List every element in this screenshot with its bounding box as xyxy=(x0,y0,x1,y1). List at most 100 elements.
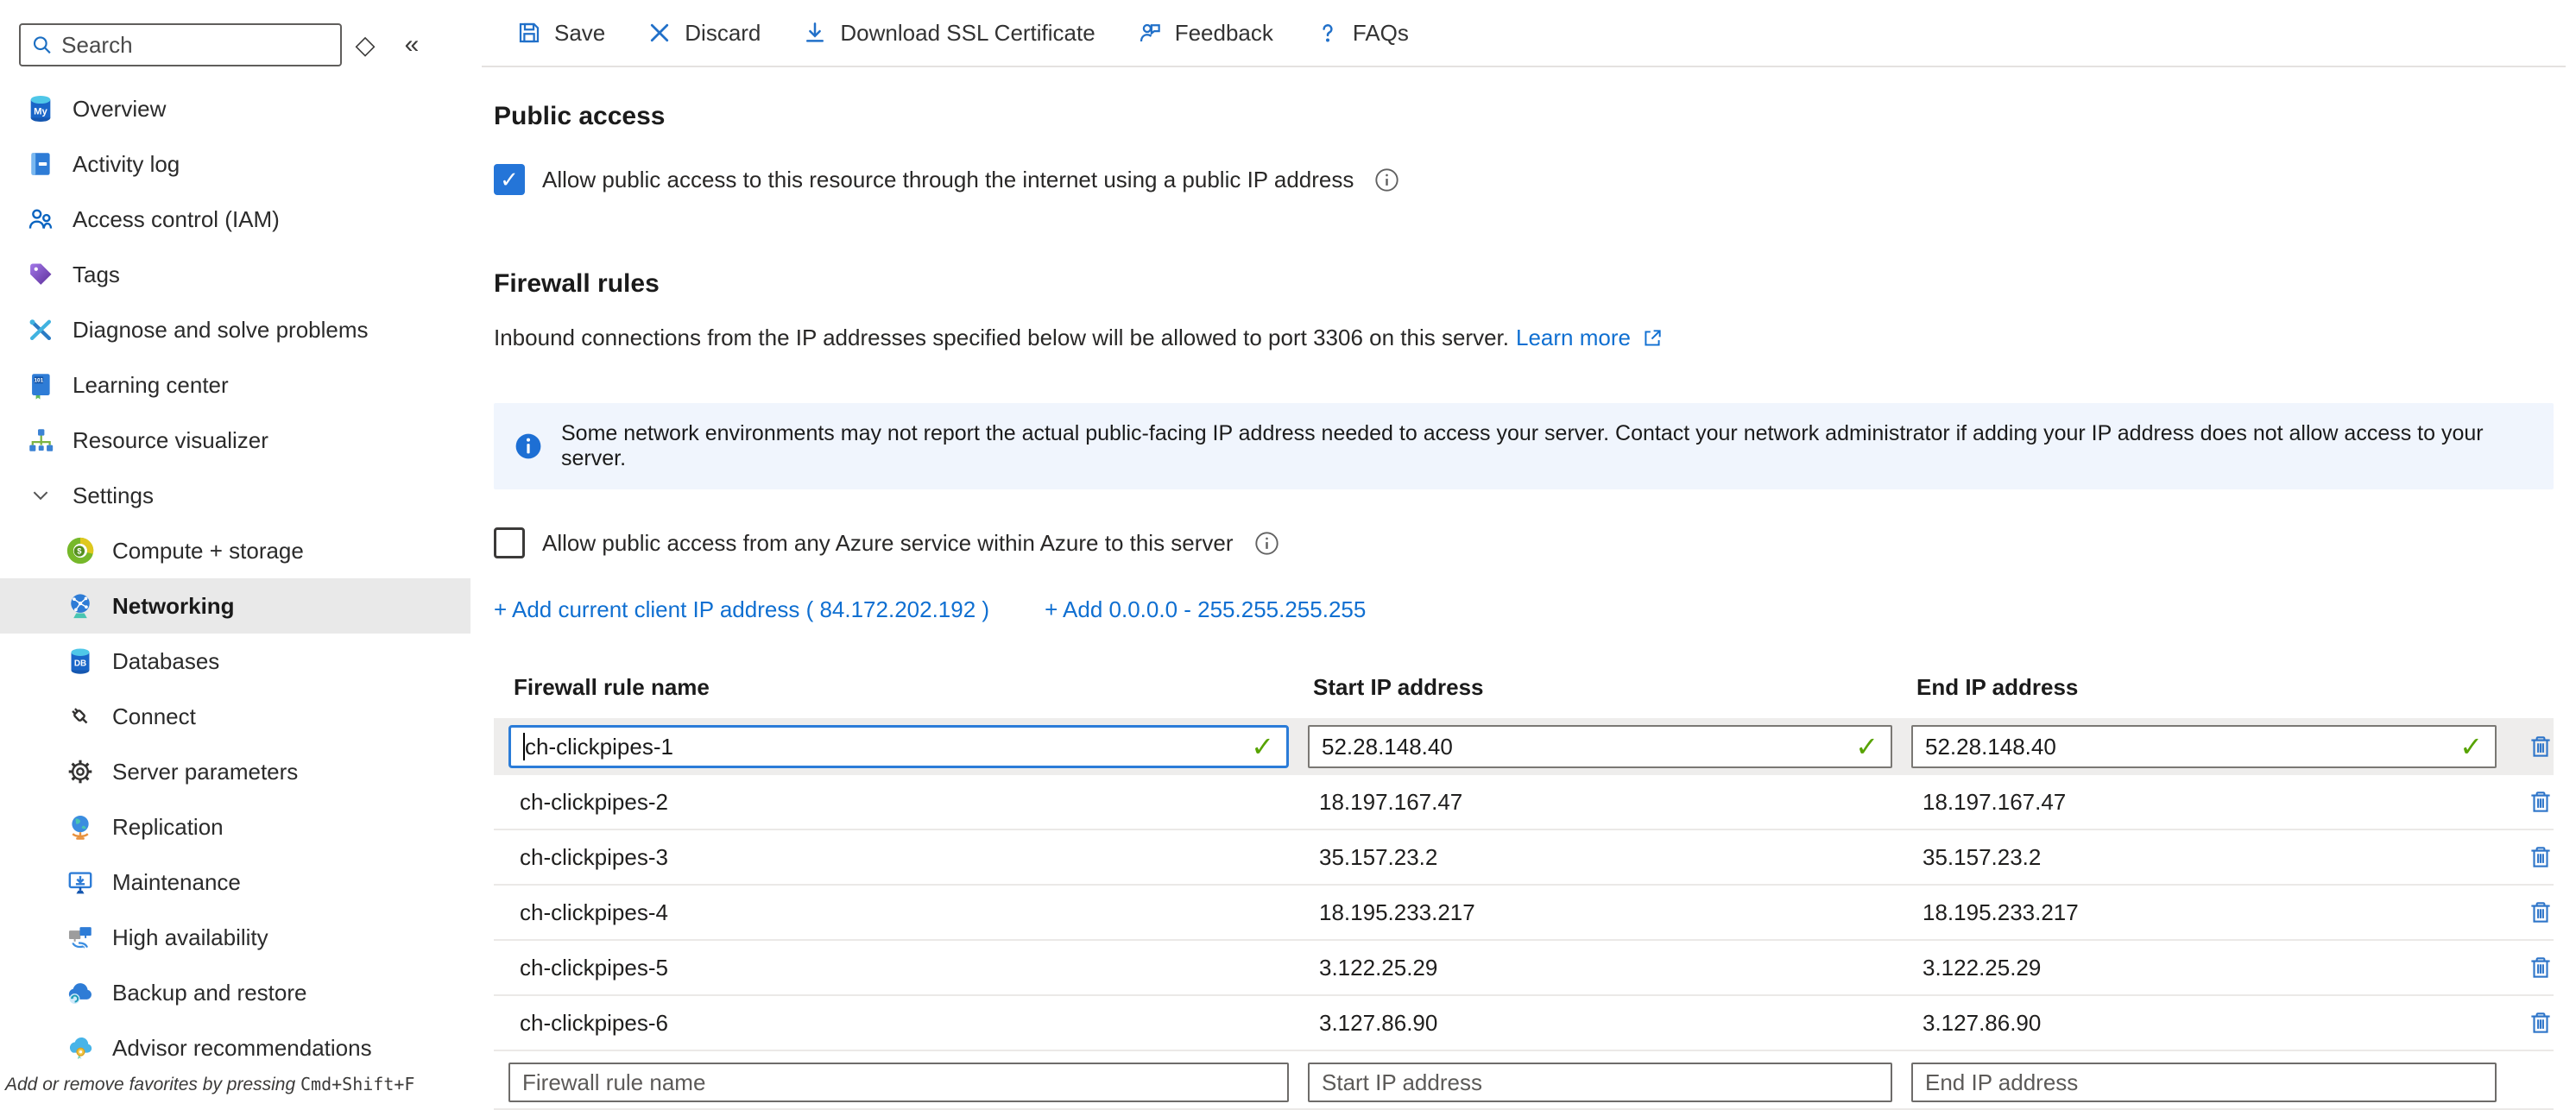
start-ip-cell: 3.127.86.90 xyxy=(1308,1010,1911,1037)
sidebar-item-label: Activity log xyxy=(73,151,180,178)
add-zero-range-link[interactable]: + Add 0.0.0.0 - 255.255.255.255 xyxy=(1045,596,1366,623)
new-rule-name-wrapper xyxy=(508,1063,1289,1102)
rule-name-input-wrapper: ✓ xyxy=(508,725,1289,768)
save-icon xyxy=(516,20,542,46)
firewall-description: Inbound connections from the IP addresse… xyxy=(494,325,2554,351)
new-end-ip-input[interactable] xyxy=(1925,1069,2483,1096)
start-ip-cell: 18.195.233.217 xyxy=(1308,899,1911,926)
column-header-start-ip: Start IP address xyxy=(1308,674,1911,701)
sidebar-item-high-availability[interactable]: High availability xyxy=(0,910,482,965)
sidebar-item-diagnose[interactable]: Diagnose and solve problems xyxy=(0,302,482,357)
start-ip-cell: 3.122.25.29 xyxy=(1308,955,1911,981)
table-row[interactable]: ch-clickpipes-4 18.195.233.217 18.195.23… xyxy=(494,886,2554,941)
collapse-sidebar-icon[interactable]: « xyxy=(388,23,435,66)
table-row[interactable]: ch-clickpipes-6 3.127.86.90 3.127.86.90 xyxy=(494,996,2554,1051)
delete-rule-icon[interactable] xyxy=(2528,953,2554,982)
sidebar-item-databases[interactable]: DB Databases xyxy=(0,634,482,689)
download-ssl-certificate-button[interactable]: Download SSL Certificate xyxy=(781,7,1115,59)
sidebar-item-label: Access control (IAM) xyxy=(73,206,280,233)
svg-text:DB: DB xyxy=(74,659,86,668)
column-header-rule-name: Firewall rule name xyxy=(508,674,1308,701)
feedback-button[interactable]: Feedback xyxy=(1116,7,1294,59)
azure-services-checkbox[interactable] xyxy=(494,527,525,558)
sidebar-item-tags[interactable]: Tags xyxy=(0,247,482,302)
new-start-ip-input[interactable] xyxy=(1322,1069,1878,1096)
public-access-heading: Public access xyxy=(494,102,2554,131)
resource-visualizer-icon xyxy=(26,426,55,455)
save-label: Save xyxy=(554,20,605,47)
sidebar-item-label: Overview xyxy=(73,96,166,123)
end-ip-cell: 18.197.167.47 xyxy=(1911,789,2516,816)
resource-menu-sidebar: ◇ « My Overview Activity log Access cont… xyxy=(0,0,482,1094)
end-ip-cell: 35.157.23.2 xyxy=(1911,844,2516,871)
activity-log-icon xyxy=(26,149,55,179)
public-access-checkbox[interactable]: ✓ xyxy=(494,164,525,195)
download-ssl-label: Download SSL Certificate xyxy=(840,20,1095,47)
valid-check-icon: ✓ xyxy=(2459,730,2483,763)
rule-name-cell: ch-clickpipes-2 xyxy=(508,789,1308,816)
replication-icon xyxy=(66,812,95,842)
end-ip-input[interactable] xyxy=(1925,734,2459,760)
info-icon[interactable] xyxy=(1254,531,1279,556)
info-banner-text: Some network environments may not report… xyxy=(561,421,2533,471)
sidebar-item-learning-center[interactable]: 101 Learning center xyxy=(0,357,482,413)
sidebar-item-overview[interactable]: My Overview xyxy=(0,81,482,136)
sidebar-item-label: High availability xyxy=(112,924,268,951)
table-row[interactable]: ch-clickpipes-2 18.197.167.47 18.197.167… xyxy=(494,775,2554,830)
delete-rule-icon[interactable] xyxy=(2528,787,2554,817)
table-row[interactable]: ch-clickpipes-3 35.157.23.2 35.157.23.2 xyxy=(494,830,2554,886)
delete-rule-icon[interactable] xyxy=(2528,1008,2554,1037)
sidebar-item-maintenance[interactable]: Maintenance xyxy=(0,855,482,910)
faqs-button[interactable]: FAQs xyxy=(1294,7,1430,59)
sidebar-item-label: Databases xyxy=(112,648,219,675)
sidebar-item-compute-storage[interactable]: $ Compute + storage xyxy=(0,523,482,578)
favorites-shortcut: Cmd+Shift+F xyxy=(300,1074,414,1094)
advisor-icon xyxy=(66,1033,95,1063)
faqs-label: FAQs xyxy=(1353,20,1409,47)
save-button[interactable]: Save xyxy=(496,7,626,59)
svg-text:101: 101 xyxy=(34,378,43,384)
sidebar-group-label: Settings xyxy=(73,482,154,509)
add-current-client-ip-link[interactable]: + Add current client IP address ( 84.172… xyxy=(494,596,989,623)
sidebar-item-resource-visualizer[interactable]: Resource visualizer xyxy=(0,413,482,468)
discard-icon xyxy=(647,20,672,46)
info-icon[interactable] xyxy=(1374,167,1399,192)
table-row[interactable]: ch-clickpipes-5 3.122.25.29 3.122.25.29 xyxy=(494,941,2554,996)
end-ip-cell: 18.195.233.217 xyxy=(1911,899,2516,926)
firewall-rules-heading: Firewall rules xyxy=(494,269,2554,299)
learn-more-link[interactable]: Learn more xyxy=(1516,325,1631,351)
sidebar-nav: My Overview Activity log Access control … xyxy=(0,81,482,1075)
diamond-icon[interactable]: ◇ xyxy=(342,23,388,66)
sidebar-item-connect[interactable]: Connect xyxy=(0,689,482,744)
sidebar-item-replication[interactable]: Replication xyxy=(0,799,482,855)
public-access-checkbox-row: ✓ Allow public access to this resource t… xyxy=(494,164,2554,195)
sidebar-item-backup-restore[interactable]: Backup and restore xyxy=(0,965,482,1020)
sidebar-item-networking[interactable]: Networking xyxy=(0,578,470,634)
delete-rule-icon[interactable] xyxy=(2528,898,2554,927)
start-ip-cell: 18.197.167.47 xyxy=(1308,789,1911,816)
sidebar-item-server-parameters[interactable]: Server parameters xyxy=(0,744,482,799)
new-rule-name-input[interactable] xyxy=(522,1069,1275,1096)
start-ip-input[interactable] xyxy=(1322,734,1855,760)
info-banner-icon xyxy=(515,432,542,460)
sidebar-group-settings[interactable]: Settings xyxy=(0,468,482,523)
backup-restore-icon xyxy=(66,978,95,1007)
compute-storage-icon: $ xyxy=(66,536,95,565)
sidebar-search[interactable] xyxy=(19,23,342,66)
new-start-ip-wrapper xyxy=(1308,1063,1892,1102)
sidebar-item-access-control[interactable]: Access control (IAM) xyxy=(0,192,482,247)
sidebar-item-activity-log[interactable]: Activity log xyxy=(0,136,482,192)
valid-check-icon: ✓ xyxy=(1251,730,1274,763)
search-input[interactable] xyxy=(61,32,330,59)
networking-blade: Save Discard Download SSL Certificate Fe… xyxy=(482,0,2576,1094)
sidebar-item-label: Replication xyxy=(112,814,224,841)
delete-rule-icon[interactable] xyxy=(2528,842,2554,872)
sidebar-item-advisor-recommendations[interactable]: Advisor recommendations xyxy=(0,1020,482,1075)
sidebar-item-label: Connect xyxy=(112,703,196,730)
maintenance-icon xyxy=(66,867,95,897)
question-icon xyxy=(1315,20,1341,46)
sidebar-item-label: Networking xyxy=(112,593,235,620)
delete-rule-icon[interactable] xyxy=(2528,732,2554,761)
discard-button[interactable]: Discard xyxy=(626,7,781,59)
rule-name-input[interactable] xyxy=(525,734,1251,760)
